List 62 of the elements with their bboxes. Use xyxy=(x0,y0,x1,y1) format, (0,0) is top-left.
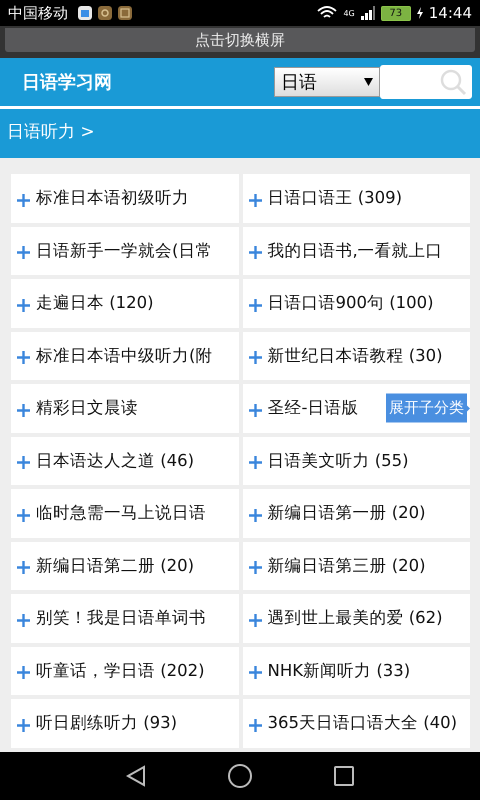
plus-icon xyxy=(17,561,30,574)
plus-icon xyxy=(248,456,262,470)
category-item[interactable]: 日本语达人之道 (46) xyxy=(11,436,238,485)
plus-icon xyxy=(248,561,262,574)
language-dropdown[interactable]: 日语 xyxy=(274,67,380,97)
category-item[interactable]: 临时急需一马上说日语 xyxy=(11,489,238,538)
app-icon xyxy=(98,6,112,20)
plus-icon xyxy=(17,298,30,312)
plus-icon xyxy=(248,404,262,417)
category-item[interactable]: 精彩日文晨读 xyxy=(11,384,238,432)
category-item[interactable]: 圣经-日语版 展开子分类 xyxy=(242,384,470,432)
dropdown-arrow-icon xyxy=(364,78,373,86)
plus-icon xyxy=(17,614,30,627)
category-item[interactable]: 标准日本语初级听力 xyxy=(11,174,238,222)
plus-icon xyxy=(248,718,262,732)
battery-icon: 73 xyxy=(380,6,411,20)
network-label: 4G xyxy=(343,8,355,18)
plus-icon xyxy=(17,666,30,680)
home-icon[interactable] xyxy=(227,763,253,789)
category-item[interactable]: 听日剧练听力 (93) xyxy=(11,699,238,748)
category-item[interactable]: 日语新手一学就会(日常 xyxy=(11,226,238,275)
plus-icon xyxy=(248,298,262,312)
plus-icon xyxy=(248,246,262,260)
search-field[interactable] xyxy=(380,65,472,99)
charging-icon xyxy=(416,7,423,19)
category-item[interactable]: 日语美文听力 (55) xyxy=(242,436,470,485)
plus-icon xyxy=(17,718,30,732)
plus-icon xyxy=(17,456,30,470)
category-item[interactable]: 我的日语书,一看就上口 xyxy=(242,226,470,275)
rotate-screen-button[interactable]: 点击切换横屏 xyxy=(5,28,475,52)
back-icon[interactable] xyxy=(125,765,147,787)
category-item[interactable]: 新编日语第三册 (20) xyxy=(242,542,470,590)
category-item[interactable]: 新世纪日本语教程 (30) xyxy=(242,332,470,380)
wifi-icon xyxy=(317,6,338,20)
category-item[interactable]: 日语口语900句 (100) xyxy=(242,279,470,328)
category-item[interactable]: 别笑！我是日语单词书 xyxy=(11,594,238,642)
plus-icon xyxy=(248,194,262,207)
category-item[interactable]: 新编日语第一册 (20) xyxy=(242,489,470,538)
category-item[interactable]: 新编日语第二册 (20) xyxy=(11,542,238,590)
plus-icon xyxy=(248,508,262,522)
plus-icon xyxy=(17,404,30,417)
plus-icon xyxy=(17,351,30,364)
category-item[interactable]: 365天日语口语大全 (40) xyxy=(242,699,470,748)
plus-icon xyxy=(248,666,262,680)
category-item[interactable]: 标准日本语中级听力(附 xyxy=(11,332,238,380)
plus-icon xyxy=(17,246,30,260)
plus-icon xyxy=(17,194,30,207)
signal-icon xyxy=(360,6,375,20)
plus-icon xyxy=(248,351,262,364)
plus-icon xyxy=(248,614,262,627)
recent-apps-icon[interactable] xyxy=(333,765,355,787)
clock: 14:44 xyxy=(428,4,472,22)
category-item[interactable]: NHK新闻听力 (33) xyxy=(242,646,470,695)
app-icon xyxy=(78,6,92,20)
carrier-name: 中国移动 xyxy=(8,4,68,22)
image-icon xyxy=(118,6,132,20)
category-item[interactable]: 日语口语王 (309) xyxy=(242,174,470,222)
category-item[interactable]: 遇到世上最美的爱 (62) xyxy=(242,594,470,642)
plus-icon xyxy=(17,508,30,522)
category-item[interactable]: 走遍日本 (120) xyxy=(11,279,238,328)
search-icon xyxy=(438,67,468,97)
category-item[interactable]: 听童话，学日语 (202) xyxy=(11,646,238,695)
